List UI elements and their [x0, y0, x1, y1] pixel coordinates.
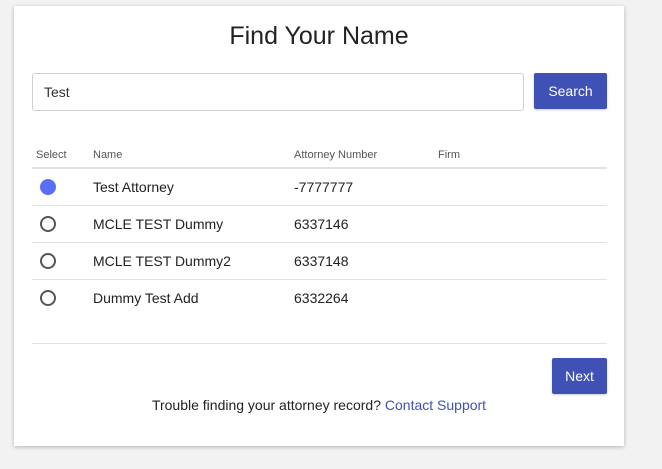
attorney-number: 6337148 — [294, 253, 349, 269]
contact-support-link[interactable]: Contact Support — [385, 397, 486, 413]
column-header-select: Select — [36, 149, 67, 161]
attorney-name: MCLE TEST Dummy2 — [93, 253, 231, 269]
attorney-name: Test Attorney — [93, 179, 174, 195]
divider — [32, 343, 607, 344]
table-row[interactable]: MCLE TEST Dummy2 6337148 — [32, 243, 607, 280]
table-row[interactable]: Dummy Test Add 6332264 — [32, 280, 607, 316]
page-title: Find Your Name — [229, 22, 409, 50]
find-name-card: Find Your Name Search Select Name Attorn… — [14, 6, 624, 446]
footer-text: Trouble finding your attorney record? — [151, 397, 381, 413]
support-footer: Trouble finding your attorney record? Co… — [14, 397, 624, 413]
column-header-name: Name — [93, 149, 123, 161]
attorney-name: Dummy Test Add — [93, 290, 199, 306]
table-row[interactable]: MCLE TEST Dummy 6337146 — [32, 206, 607, 243]
attorney-results-table: Select Name Attorney Number Firm Test At… — [32, 146, 607, 316]
next-button[interactable]: Next — [552, 358, 607, 394]
select-radio[interactable] — [40, 216, 56, 232]
select-radio[interactable] — [40, 179, 56, 195]
table-header: Select Name Attorney Number Firm — [32, 146, 607, 169]
table-row[interactable]: Test Attorney -7777777 — [32, 169, 607, 206]
attorney-number: 6332264 — [294, 290, 349, 306]
column-header-attorney-number: Attorney Number — [294, 149, 378, 161]
attorney-number: -7777777 — [294, 179, 354, 195]
search-button[interactable]: Search — [534, 73, 607, 109]
search-input[interactable] — [32, 73, 524, 111]
attorney-number: 6337146 — [294, 216, 349, 232]
attorney-name: MCLE TEST Dummy — [93, 216, 224, 232]
select-radio[interactable] — [40, 290, 56, 306]
column-header-firm: Firm — [438, 149, 460, 161]
select-radio[interactable] — [40, 253, 56, 269]
